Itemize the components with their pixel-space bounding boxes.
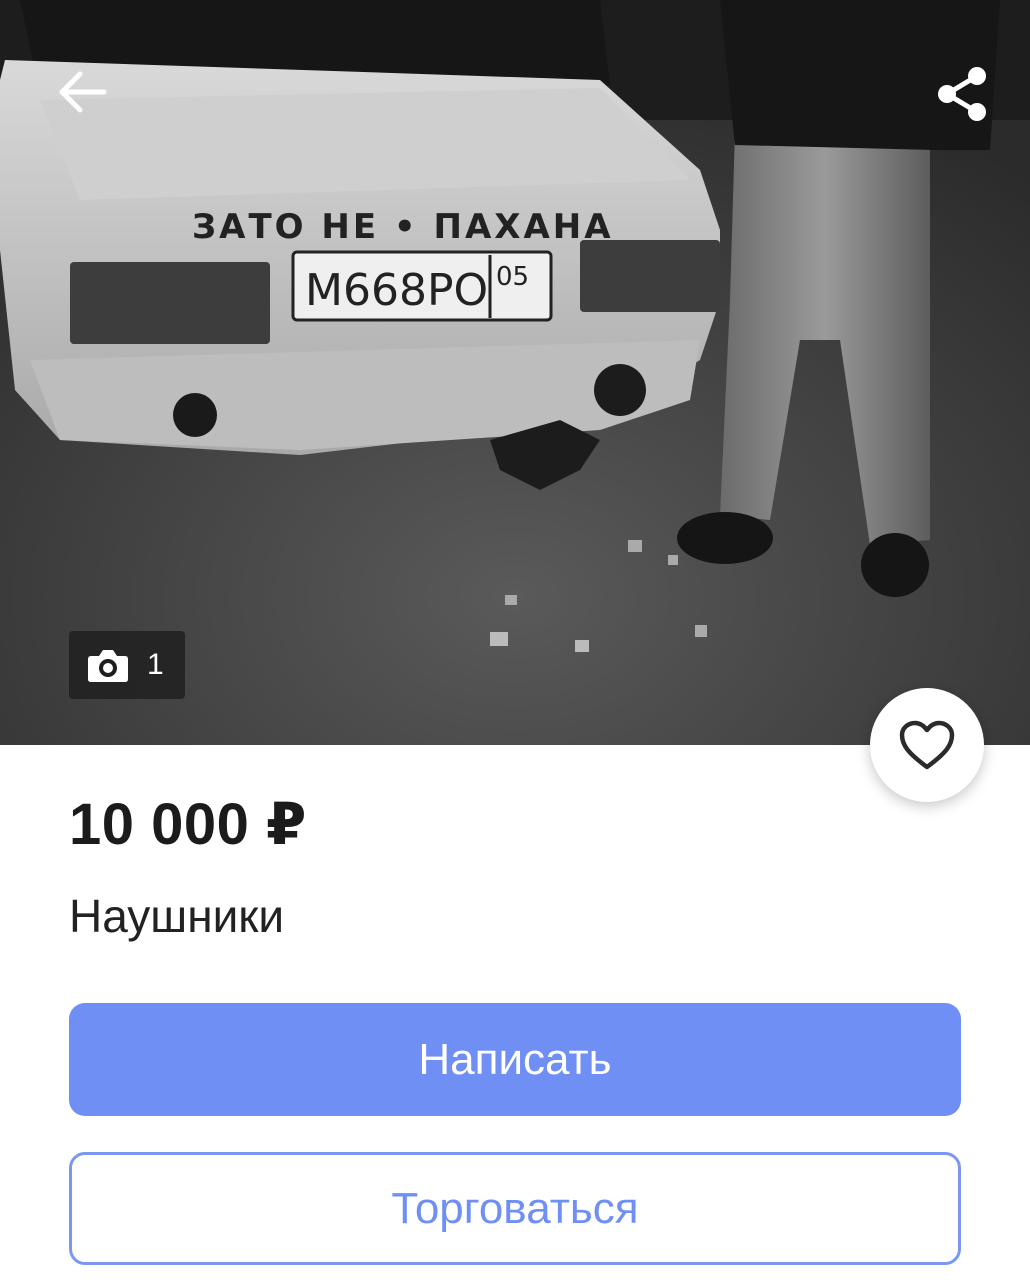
listing-photo[interactable]: ЗАТО НЕ • ПАХАНА М668РО 05 1: [0, 0, 1030, 745]
listing-price: 10 000 ₽: [69, 792, 307, 857]
heart-outline-icon: [899, 720, 955, 770]
arrow-left-icon: [59, 71, 107, 113]
camera-icon: [87, 645, 131, 685]
photo-counter[interactable]: 1: [69, 631, 185, 699]
bargain-button[interactable]: Торговаться: [69, 1152, 961, 1265]
share-icon: [938, 67, 986, 121]
write-button[interactable]: Написать: [69, 1003, 961, 1116]
back-button[interactable]: [50, 60, 114, 124]
plate-main-text: М668РО: [305, 265, 488, 316]
favorite-button[interactable]: [870, 688, 984, 802]
car-trunk-text: ЗАТО НЕ • ПАХАНА: [192, 207, 614, 247]
listing-title: Наушники: [69, 890, 285, 942]
photo-count: 1: [147, 648, 164, 681]
share-button[interactable]: [925, 58, 997, 130]
listing-page: ЗАТО НЕ • ПАХАНА М668РО 05 1 10 000 ₽ На…: [0, 0, 1030, 1280]
plate-region-text: 05: [496, 262, 529, 292]
